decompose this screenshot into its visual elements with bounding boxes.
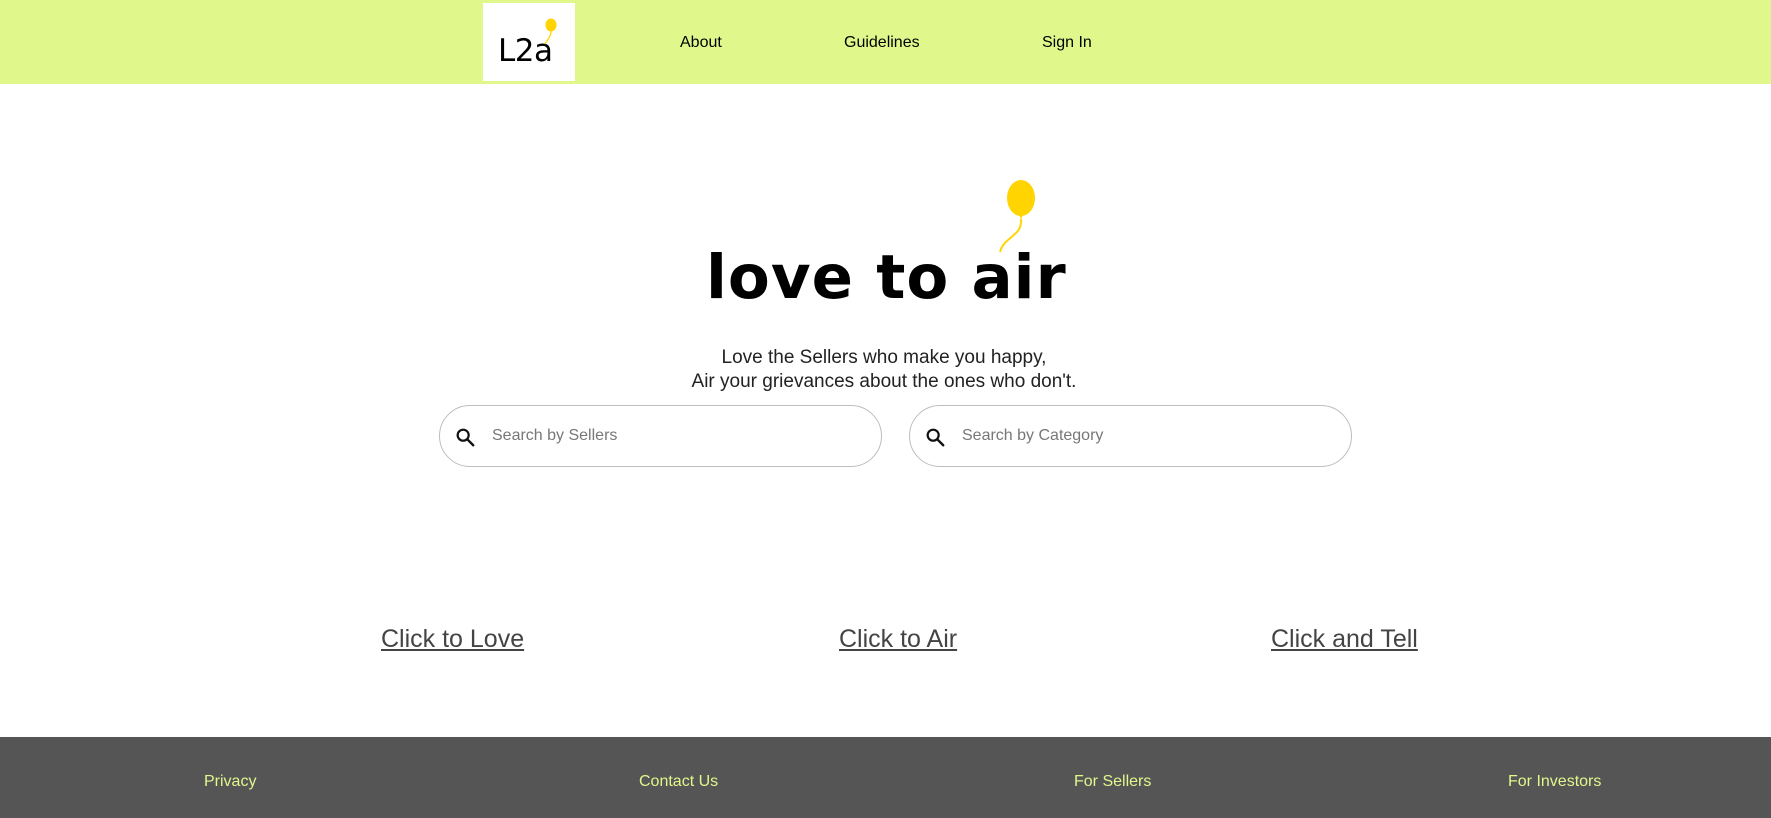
nav-guidelines-link[interactable]: Guidelines <box>844 33 920 53</box>
footer-for-investors-link[interactable]: For Investors <box>1508 772 1601 792</box>
click-and-tell-link[interactable]: Click and Tell <box>1271 624 1418 654</box>
search-category-input[interactable] <box>962 420 1322 452</box>
balloon-icon <box>544 18 557 45</box>
tagline-line-1: Love the Sellers who make you happy, <box>721 347 1047 368</box>
footer-privacy-link[interactable]: Privacy <box>204 772 256 792</box>
top-header: L2a About Guidelines Sign In <box>0 0 1771 84</box>
tagline: Love the Sellers who make you happy, Air… <box>560 346 1208 394</box>
hero-balloon-icon <box>999 180 1035 253</box>
nav-sign-in-link[interactable]: Sign In <box>1042 33 1092 53</box>
click-to-love-link[interactable]: Click to Love <box>381 624 524 654</box>
footer-for-sellers-link[interactable]: For Sellers <box>1074 772 1151 792</box>
tagline-line-2: Air your grievances about the ones who d… <box>691 371 1077 392</box>
search-sellers-box[interactable] <box>439 405 882 467</box>
site-logo[interactable]: L2a <box>483 3 575 81</box>
page-footer: Privacy Contact Us For Sellers For Inves… <box>0 737 1771 818</box>
search-category-box[interactable] <box>909 405 1352 467</box>
nav-about-link[interactable]: About <box>680 33 722 53</box>
footer-contact-link[interactable]: Contact Us <box>639 772 718 792</box>
search-icon <box>456 428 475 447</box>
click-to-air-link[interactable]: Click to Air <box>839 624 957 654</box>
search-sellers-input[interactable] <box>492 420 852 452</box>
search-icon <box>926 428 945 447</box>
